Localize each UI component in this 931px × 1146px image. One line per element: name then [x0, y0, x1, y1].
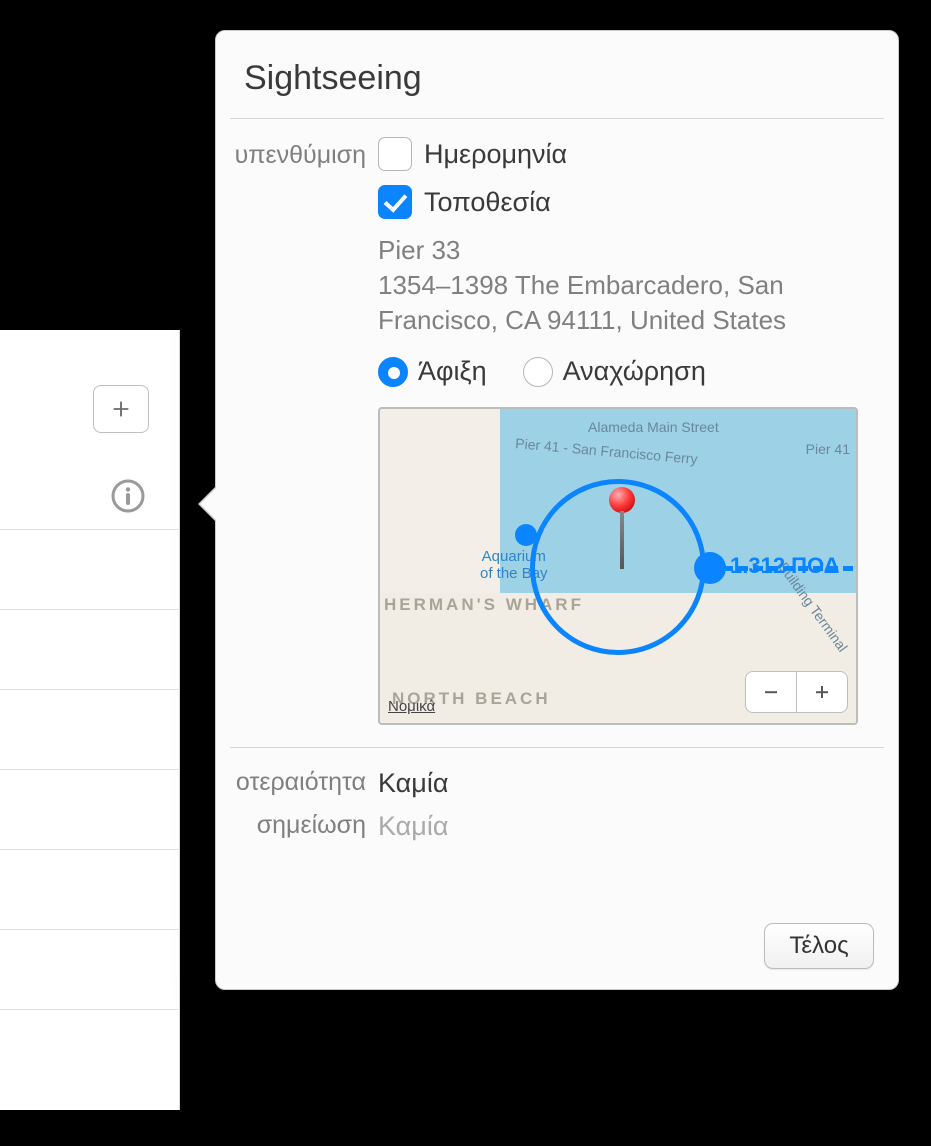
map-legal-link[interactable]: Νομικά: [388, 698, 435, 715]
location-address: Pier 33 1354–1398 The Embarcadero, San F…: [378, 233, 884, 338]
map-zoom-controls: [745, 671, 848, 713]
date-checkbox-label: Ημερομηνία: [424, 139, 567, 170]
minus-icon: [762, 683, 780, 701]
add-button[interactable]: [93, 385, 149, 433]
location-checkbox-label: Τοποθεσία: [424, 187, 551, 218]
leave-radio[interactable]: [523, 357, 553, 387]
note-row[interactable]: σημείωση Καμία: [216, 805, 898, 848]
priority-label: οτεραιότητα: [216, 768, 378, 799]
plus-icon: [813, 683, 831, 701]
map-zoom-out-button[interactable]: [745, 671, 797, 713]
arrive-radio-item[interactable]: Άφιξη: [378, 356, 487, 387]
leave-radio-item[interactable]: Αναχώρηση: [523, 356, 706, 387]
road-alameda: Alameda Main Street: [588, 419, 719, 435]
location-map[interactable]: HERMAN'S WHARF NORTH BEACH Aquarium of t…: [378, 407, 858, 725]
location-mode-radios: Άφιξη Αναχώρηση: [378, 356, 884, 387]
map-zoom-in-button[interactable]: [796, 671, 848, 713]
remind-me-section: υπενθύμιση Ημερομηνία Τοποθεσία Pier 33 …: [216, 119, 898, 725]
note-label: σημείωση: [216, 811, 378, 842]
remind-me-label: υπενθύμιση: [216, 137, 378, 725]
leave-radio-label: Αναχώρηση: [563, 356, 706, 387]
background-list: [0, 330, 180, 1110]
note-field[interactable]: Καμία: [378, 811, 448, 842]
arrive-radio[interactable]: [378, 357, 408, 387]
priority-row[interactable]: οτεραιότητα Καμία: [216, 762, 898, 805]
reminder-details-popover: Sightseeing υπενθύμιση Ημερομηνία Τοποθε…: [215, 30, 899, 990]
remind-on-date-row[interactable]: Ημερομηνία: [378, 137, 884, 171]
arrive-radio-label: Άφιξη: [418, 356, 487, 387]
location-checkbox[interactable]: [378, 185, 412, 219]
date-checkbox[interactable]: [378, 137, 412, 171]
priority-value[interactable]: Καμία: [378, 768, 448, 799]
plus-icon: [110, 398, 132, 420]
geofence-radius-label: 1.312 ΠΟΔ: [730, 553, 839, 579]
remind-at-location-row[interactable]: Τοποθεσία: [378, 185, 884, 219]
done-button[interactable]: Τέλος: [764, 923, 874, 969]
reminder-title[interactable]: Sightseeing: [216, 31, 898, 118]
road-pier41-right: Pier 41: [806, 441, 850, 457]
